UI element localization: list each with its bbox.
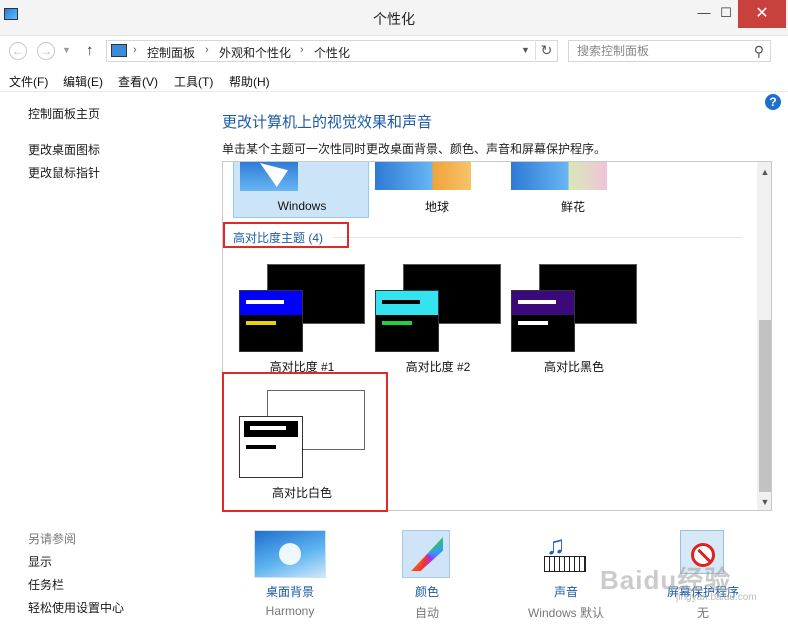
breadcrumb-control-panel[interactable]: 控制面板: [147, 44, 195, 61]
color-value: 自动: [414, 606, 439, 620]
refresh-icon[interactable]: ↻: [535, 42, 557, 60]
page-title: 更改计算机上的视觉效果和声音: [222, 114, 433, 131]
up-button[interactable]: ↑: [86, 42, 94, 59]
hc2-highlight-bar: [382, 321, 412, 325]
see-also-heading: 另请参阅: [28, 532, 77, 546]
window-title: 个性化: [373, 11, 415, 27]
sidebar-change-mouse-pointers[interactable]: 更改鼠标指针: [28, 164, 100, 181]
menu-view[interactable]: 查看(V): [118, 73, 158, 90]
scroll-thumb[interactable]: [759, 320, 771, 492]
flower-icon: [260, 163, 288, 187]
control-panel-icon: [111, 44, 127, 57]
breadcrumb-separator[interactable]: ›: [133, 44, 137, 56]
theme-flowers-label: 鲜花: [560, 200, 585, 214]
forward-button[interactable]: →: [37, 42, 55, 60]
breadcrumb-appearance[interactable]: 外观和个性化: [219, 44, 291, 61]
see-also-ease-of-access[interactable]: 轻松使用设置中心: [28, 599, 124, 616]
theme-high-contrast-black[interactable]: 高对比黑色: [509, 262, 639, 374]
help-icon[interactable]: ?: [765, 94, 781, 110]
desktop-background-label[interactable]: 桌面背景: [244, 583, 336, 600]
scroll-down-arrow-icon[interactable]: ▼: [757, 494, 771, 510]
menu-help[interactable]: 帮助(H): [229, 73, 270, 90]
color-setting[interactable]: 颜色 自动: [382, 528, 472, 620]
navigation-bar: ← → ▼ ↑ › 控制面板 › 外观和个性化 › 个性化 ▼ ↻ ⚲: [0, 36, 788, 66]
menu-bar: 文件(F) 编辑(E) 查看(V) 工具(T) 帮助(H): [0, 68, 788, 92]
see-also-display[interactable]: 显示: [28, 553, 52, 570]
breadcrumb-separator[interactable]: ›: [300, 44, 304, 56]
color-icon: [402, 530, 450, 578]
windows-theme-thumbnail: [240, 162, 298, 191]
annotation-box-white-theme: [222, 372, 388, 512]
theme-list-scrollbar[interactable]: ▲ ▼: [757, 162, 771, 510]
breadcrumb-separator[interactable]: ›: [205, 44, 209, 56]
hcb-text-bar: [518, 300, 556, 304]
section-divider: [333, 237, 743, 238]
theme-earth[interactable]: 地球: [375, 162, 499, 218]
hc2-text-bar: [382, 300, 420, 304]
sidebar-change-desktop-icons[interactable]: 更改桌面图标: [28, 141, 100, 158]
daisy-icon: [279, 543, 301, 565]
page-description: 单击某个主题可一次性同时更改桌面背景、颜色、声音和屏幕保护程序。: [222, 142, 607, 156]
theme-high-contrast-1[interactable]: 高对比度 #1: [237, 262, 367, 374]
desktop-background-setting[interactable]: 桌面背景 Harmony: [244, 528, 336, 618]
theme-high-contrast-2[interactable]: 高对比度 #2: [373, 262, 503, 374]
sidebar-control-panel-home[interactable]: 控制面板主页: [28, 105, 100, 122]
hc1-highlight-bar: [246, 321, 276, 325]
maximize-button[interactable]: ☐: [712, 0, 740, 28]
menu-file[interactable]: 文件(F): [9, 73, 48, 90]
theme-windows[interactable]: Windows: [233, 162, 369, 218]
color-label[interactable]: 颜色: [382, 583, 472, 600]
hc1-text-bar: [246, 300, 284, 304]
close-button[interactable]: ✕: [738, 0, 786, 28]
recent-locations-chevron-down-icon[interactable]: ▼: [62, 45, 71, 55]
see-also-taskbar[interactable]: 任务栏: [28, 576, 64, 593]
hcb-highlight-bar: [518, 321, 548, 325]
hcb-window-front: [511, 290, 575, 352]
back-button[interactable]: ←: [9, 42, 27, 60]
title-bar: 个性化 — ☐ ✕: [0, 0, 788, 36]
earth-theme-thumbnail: [375, 162, 471, 190]
address-history-chevron-down-icon[interactable]: ▼: [521, 45, 530, 55]
piano-keys-icon: [544, 556, 586, 572]
theme-flowers[interactable]: 鲜花: [511, 162, 635, 218]
search-box[interactable]: ⚲: [568, 40, 771, 62]
breadcrumb-personalization[interactable]: 个性化: [314, 44, 350, 61]
annotation-box-heading: [223, 222, 349, 248]
screensaver-value: 无: [696, 606, 709, 620]
theme-high-contrast-2-label: 高对比度 #2: [405, 360, 471, 374]
sound-value: Windows 默认: [527, 606, 604, 620]
theme-earth-label: 地球: [424, 200, 449, 214]
address-bar[interactable]: › 控制面板 › 外观和个性化 › 个性化 ▼ ↻: [106, 40, 558, 62]
search-input[interactable]: [577, 44, 747, 58]
search-icon[interactable]: ⚲: [754, 43, 764, 60]
sound-icon: ♫: [542, 530, 590, 578]
scroll-up-arrow-icon[interactable]: ▲: [757, 164, 771, 180]
desktop-background-value: Harmony: [265, 604, 315, 618]
menu-edit[interactable]: 编辑(E): [63, 73, 103, 90]
menu-tools[interactable]: 工具(T): [174, 73, 213, 90]
theme-high-contrast-black-label: 高对比黑色: [543, 360, 604, 374]
desktop-background-icon: [254, 530, 326, 578]
theme-windows-label: Windows: [277, 199, 327, 213]
baidu-watermark-url: jingyan.baidu.com: [676, 592, 757, 603]
color-swatch-fan-icon: [411, 537, 443, 571]
hc1-window-front: [239, 290, 303, 352]
flowers-theme-thumbnail: [511, 162, 607, 190]
hc2-window-front: [375, 290, 439, 352]
